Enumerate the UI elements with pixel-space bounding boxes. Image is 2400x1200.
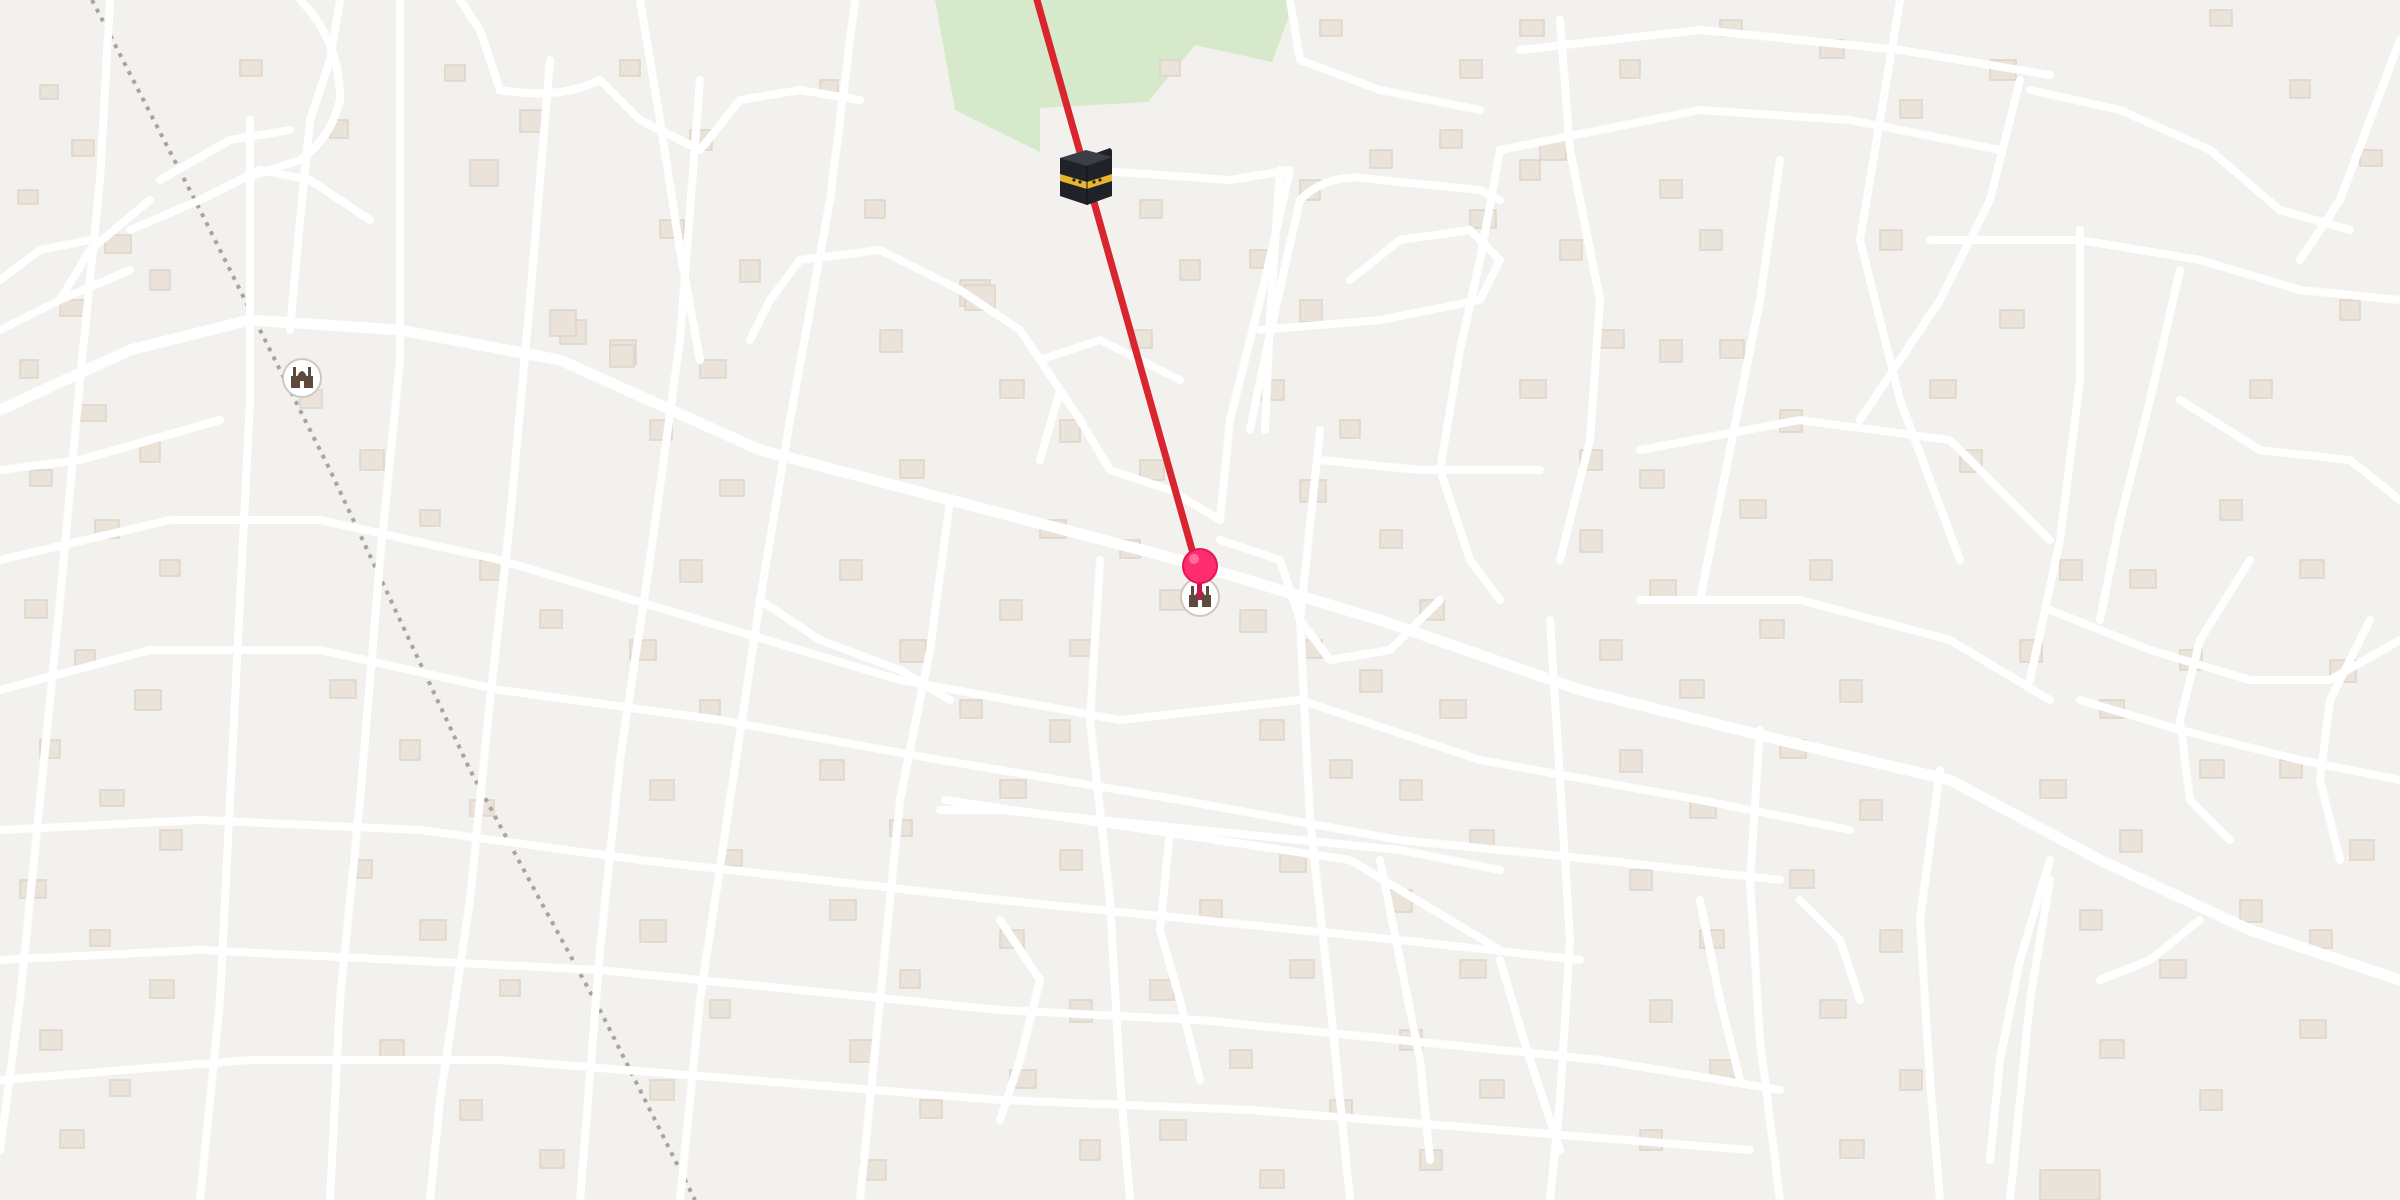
kaaba-icon <box>1060 148 1112 205</box>
kaaba-marker[interactable] <box>1060 148 1112 205</box>
mosque-west-marker[interactable] <box>282 358 322 398</box>
map-layer <box>0 0 2400 1200</box>
map-canvas[interactable] <box>0 0 2400 1200</box>
location-pin-icon <box>1182 548 1218 584</box>
